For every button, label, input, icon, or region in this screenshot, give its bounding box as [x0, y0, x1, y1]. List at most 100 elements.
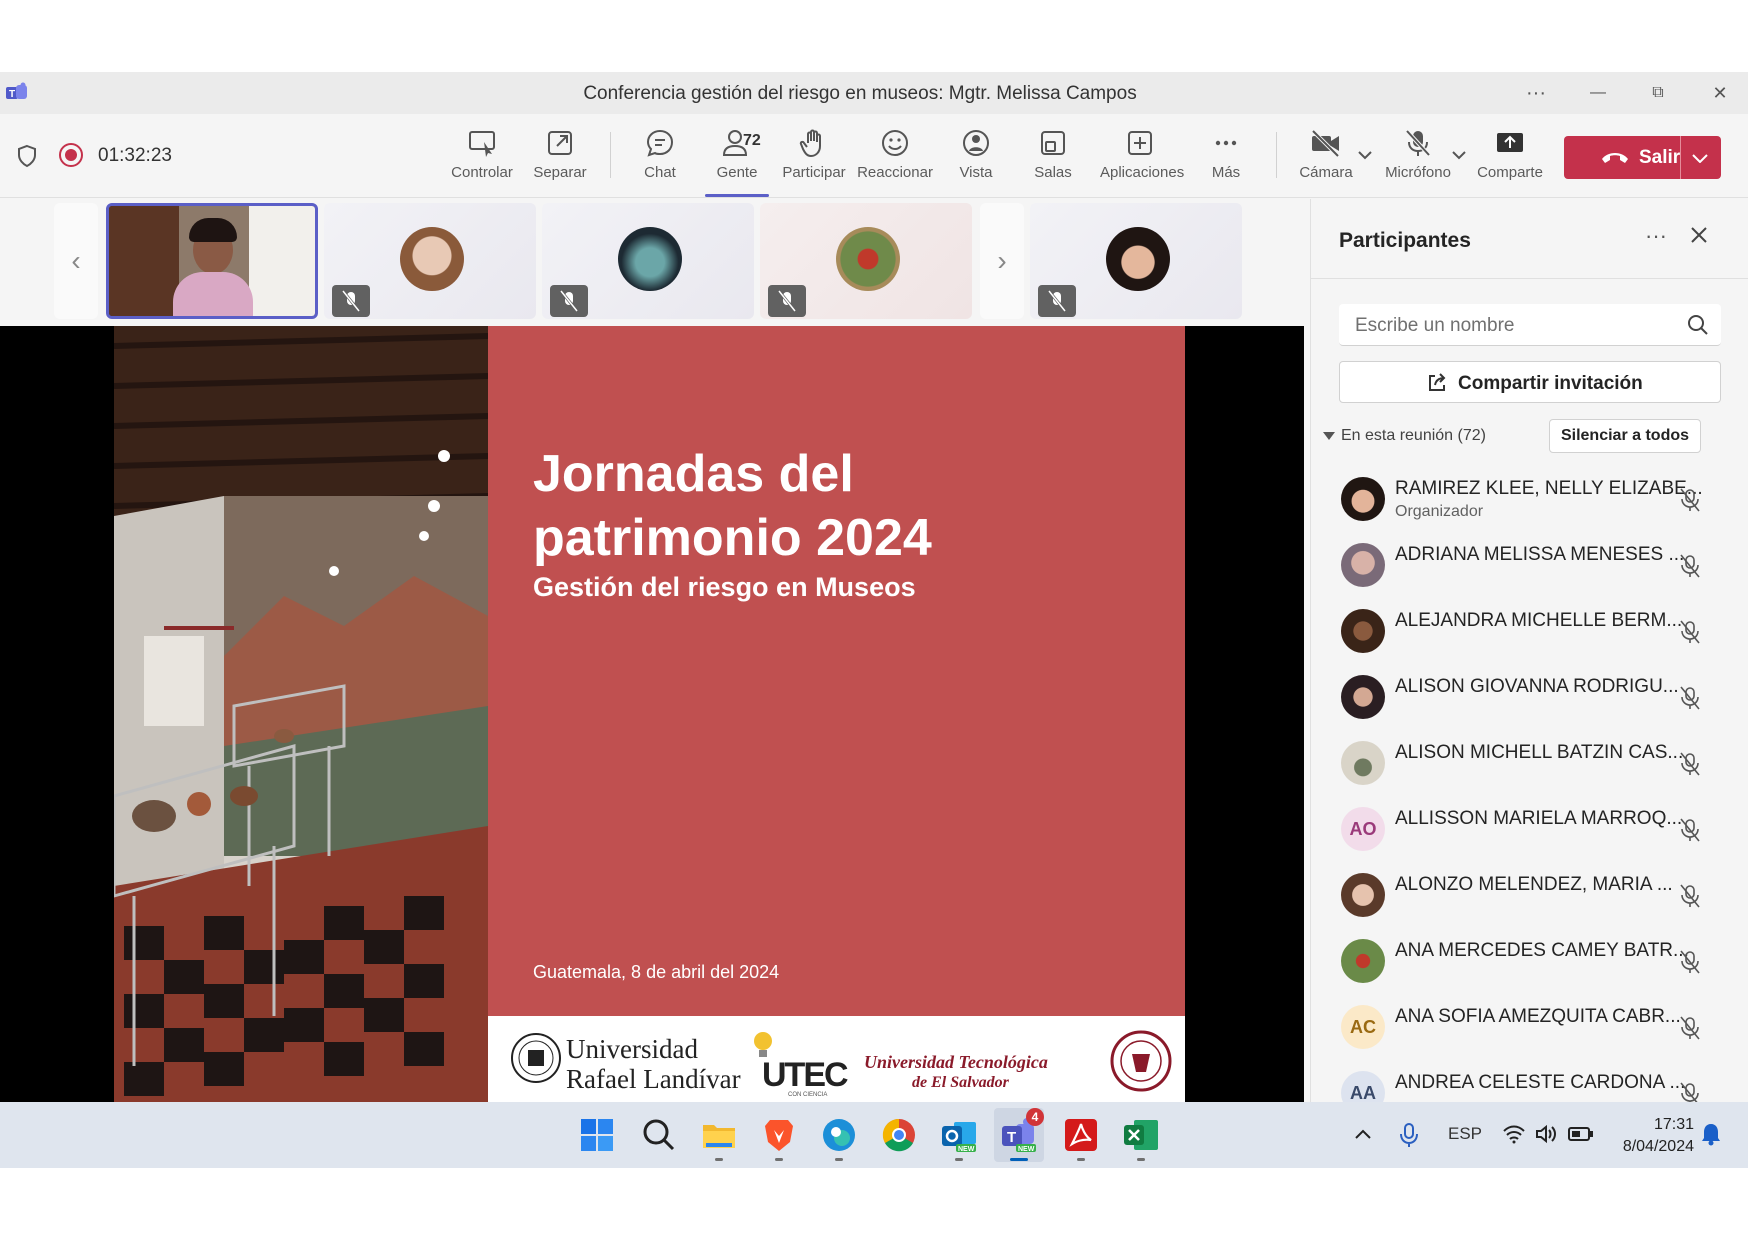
take-control-button[interactable]: Controlar [442, 124, 522, 181]
meeting-toolbar: 01:32:23 Controlar Separar Chat 72 Gente… [0, 114, 1748, 198]
more-options-button[interactable]: ··· [1522, 80, 1550, 106]
mic-off-icon [1680, 488, 1700, 512]
avatar [1341, 741, 1385, 785]
video-tile-participant[interactable] [542, 203, 754, 319]
microphone-button[interactable]: Micrófono [1378, 124, 1458, 181]
in-meeting-section-toggle[interactable]: En esta reunión (72) [1323, 427, 1486, 445]
chevron-up-icon[interactable] [1354, 1128, 1372, 1140]
popout-button[interactable]: Separar [520, 124, 600, 181]
participant-row[interactable]: ALEJANDRA MICHELLE BERM... [1311, 599, 1748, 665]
teams-meeting-window: T Conferencia gestión del riesgo en muse… [0, 72, 1748, 1168]
video-tile-participant[interactable] [1030, 203, 1242, 319]
slide-title-panel: Jornadas del patrimonio 2024 Gestión del… [488, 326, 1185, 1016]
url-seal-logo [511, 1033, 561, 1083]
participant-row[interactable]: AO ALLISSON MARIELA MARROQ... [1311, 797, 1748, 863]
shield-icon[interactable] [16, 144, 38, 168]
microphone-tray-icon[interactable] [1398, 1122, 1420, 1148]
notification-bell-icon[interactable] [1700, 1122, 1722, 1146]
people-button[interactable]: 72 Gente [697, 124, 777, 181]
share-screen-icon [1497, 133, 1523, 152]
participant-row[interactable]: ALONZO MELENDEZ, MARIA ... [1311, 863, 1748, 929]
video-tile-presenter[interactable] [106, 203, 318, 319]
mic-off-icon [1680, 818, 1700, 842]
utec-logo-tagline: CON CIENCIA [788, 1092, 828, 1098]
mic-off-icon [1680, 686, 1700, 710]
minimize-button[interactable]: — [1584, 80, 1612, 106]
system-clock[interactable]: 17:31 8/04/2024 [1612, 1114, 1694, 1158]
volume-icon[interactable] [1534, 1124, 1558, 1144]
share-invite-button[interactable]: Compartir invitación [1339, 361, 1721, 403]
participant-row[interactable]: ANA MERCEDES CAMEY BATR... [1311, 929, 1748, 995]
excel-icon[interactable] [1122, 1116, 1160, 1154]
input-language[interactable]: ESP [1448, 1124, 1482, 1144]
avatar-initials: AC [1341, 1005, 1385, 1049]
acrobat-reader-icon[interactable] [1062, 1116, 1100, 1154]
windows-start-icon[interactable] [578, 1116, 616, 1154]
control-icon [469, 131, 495, 157]
mute-all-button[interactable]: Silenciar a todos [1549, 419, 1701, 453]
participant-search-input[interactable] [1355, 315, 1675, 337]
slide-logo-band: Universidad Rafael Landívar UTEC CON CIE… [488, 1016, 1185, 1102]
participant-row[interactable]: ALISON GIOVANNA RODRIGU... [1311, 665, 1748, 731]
strip-next-button[interactable]: › [980, 203, 1024, 319]
participant-row[interactable]: ALISON MICHELL BATZIN CAS... [1311, 731, 1748, 797]
avatar [1341, 609, 1385, 653]
camera-off-icon [1311, 129, 1340, 158]
chat-button[interactable]: Chat [620, 124, 700, 181]
windows-taskbar: NEW T NEW 4 ESP 17:31 8/04/2024 [0, 1102, 1748, 1168]
apps-button[interactable]: Aplicaciones [1100, 124, 1184, 181]
wifi-icon[interactable] [1502, 1124, 1526, 1144]
leave-button[interactable]: Salir [1564, 136, 1721, 179]
participant-row[interactable]: RAMIREZ KLEE, NELLY ELIZABE... Organizad… [1311, 467, 1748, 533]
file-explorer-icon[interactable] [700, 1116, 738, 1154]
avatar [1341, 939, 1385, 983]
clock-time: 17:31 [1653, 1116, 1694, 1133]
participant-avatar [618, 227, 682, 291]
share-button[interactable]: Comparte [1470, 124, 1550, 181]
share-icon [1429, 373, 1446, 391]
window-title: Conferencia gestión del riesgo en museos… [583, 83, 1137, 104]
ellipsis-icon [1215, 140, 1237, 146]
camera-options-chevron-icon[interactable] [1358, 150, 1372, 160]
recording-icon [59, 143, 83, 167]
participant-row[interactable]: AC ANA SOFIA AMEZQUITA CABR... [1311, 995, 1748, 1061]
toolbar-divider [1276, 132, 1277, 178]
outlook-new-label: NEW [958, 1146, 975, 1153]
slide-title: Jornadas del patrimonio 2024 [533, 445, 932, 567]
video-tile-participant[interactable] [324, 203, 536, 319]
participant-search[interactable] [1339, 304, 1721, 346]
leave-options-chevron-icon[interactable] [1692, 153, 1708, 163]
mic-options-chevron-icon[interactable] [1452, 150, 1466, 160]
more-button[interactable]: Más [1186, 124, 1266, 181]
breakout-rooms-button[interactable]: Salas [1013, 124, 1093, 181]
utec-logo: UTEC [762, 1056, 849, 1094]
camera-button[interactable]: Cámara [1286, 124, 1366, 181]
restore-button[interactable]: ⧉ [1644, 80, 1672, 106]
panel-title: Participantes [1339, 229, 1471, 252]
edge-browser-icon[interactable] [820, 1116, 858, 1154]
video-tile-participant[interactable] [760, 203, 972, 319]
museum-gallery-photo [114, 326, 488, 1102]
smiley-icon [882, 130, 908, 156]
tile-mic-off-icon [332, 285, 370, 317]
avatar [1341, 675, 1385, 719]
hang-up-icon [1602, 153, 1628, 163]
brave-browser-icon[interactable] [760, 1116, 798, 1154]
participant-avatar [400, 227, 464, 291]
raise-hand-button[interactable]: Participar [774, 124, 854, 181]
avatar-initials: AO [1341, 807, 1385, 851]
strip-prev-button[interactable]: ‹ [54, 203, 98, 319]
avatar [1341, 543, 1385, 587]
panel-more-button[interactable]: ··· [1645, 223, 1667, 249]
search-icon[interactable] [640, 1116, 678, 1154]
react-button[interactable]: Reaccionar [855, 124, 935, 181]
view-icon [963, 130, 989, 156]
view-button[interactable]: Vista [936, 124, 1016, 181]
chrome-browser-icon[interactable] [880, 1116, 918, 1154]
meeting-timer: 01:32:23 [98, 145, 172, 166]
close-button[interactable]: ✕ [1706, 80, 1734, 106]
participant-row[interactable]: ADRIANA MELISSA MENESES ... [1311, 533, 1748, 599]
battery-icon[interactable] [1568, 1126, 1594, 1142]
teams-new-label: NEW [1018, 1146, 1035, 1153]
panel-close-icon[interactable] [1689, 225, 1709, 245]
